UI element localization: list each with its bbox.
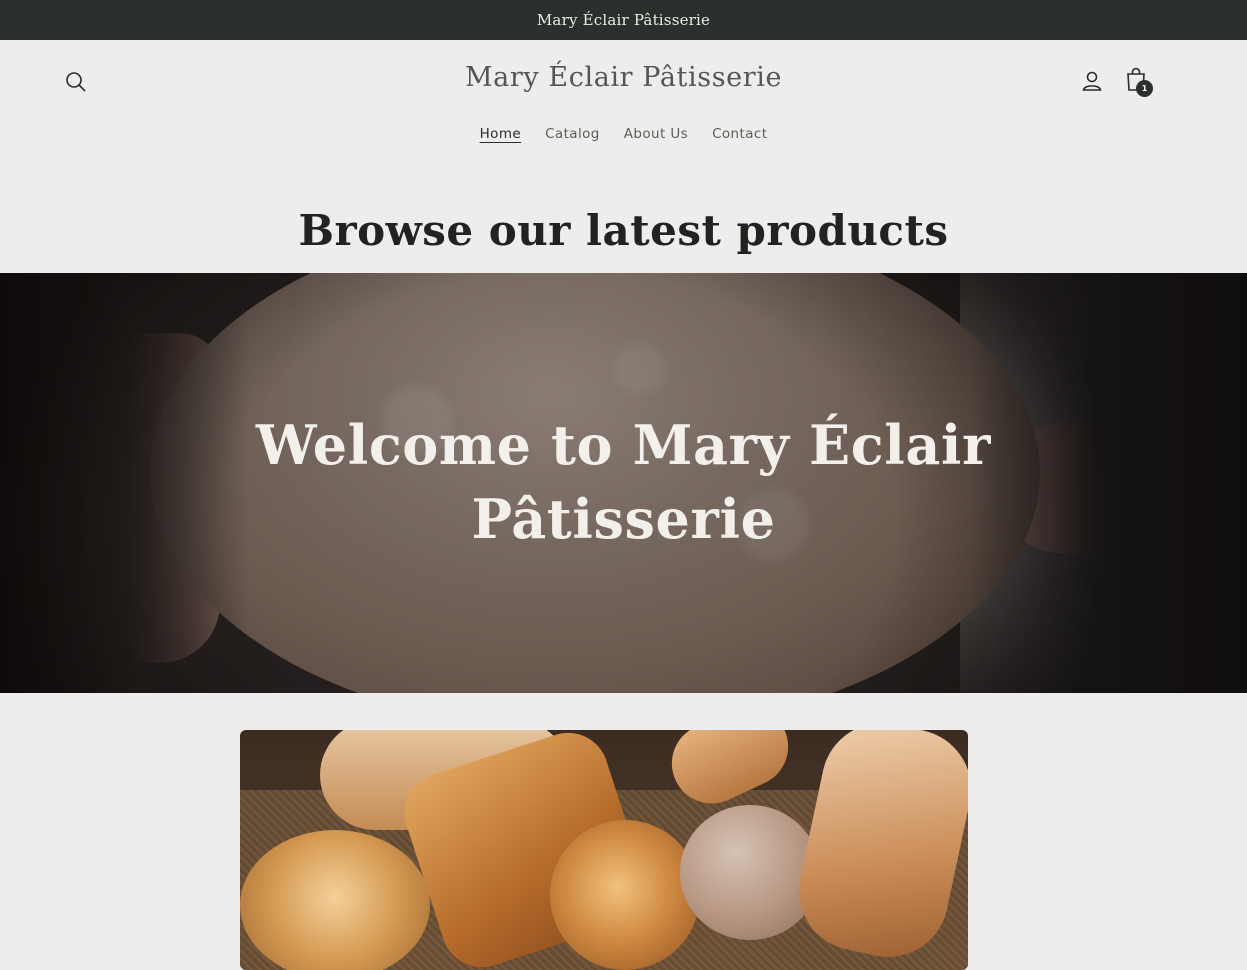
bun-image xyxy=(680,805,820,940)
site-header: Mary Éclair Pâtisserie 1 Home Catalog Ab… xyxy=(0,40,1247,170)
raisin-swirl-image xyxy=(550,820,700,970)
announcement-text: Mary Éclair Pâtisserie xyxy=(536,11,711,29)
main-navigation: Home Catalog About Us Contact xyxy=(0,126,1247,145)
hero-title: Welcome to Mary Éclair Pâtisserie xyxy=(0,408,1247,556)
site-logo: Mary Éclair Pâtisserie xyxy=(0,62,1247,93)
cart-button[interactable]: 1 xyxy=(1124,66,1153,97)
browse-heading: Browse our latest products xyxy=(298,206,949,255)
site-logo-link[interactable]: Mary Éclair Pâtisserie xyxy=(465,62,782,93)
hero-banner: Welcome to Mary Éclair Pâtisserie xyxy=(0,273,1247,693)
account-button[interactable] xyxy=(1080,69,1104,93)
nav-item-about-us[interactable]: About Us xyxy=(624,126,688,145)
hero-title-line-1: Welcome to Mary Éclair xyxy=(255,413,992,477)
featured-pastries-image xyxy=(240,730,968,970)
hero-title-line-2: Pâtisserie xyxy=(471,487,776,551)
nav-item-catalog[interactable]: Catalog xyxy=(545,126,600,145)
cinnamon-roll-image xyxy=(240,830,430,970)
account-icon xyxy=(1082,71,1102,91)
announcement-bar: Mary Éclair Pâtisserie xyxy=(0,0,1247,40)
nav-item-home[interactable]: Home xyxy=(480,126,521,145)
cart-count-badge: 1 xyxy=(1136,80,1153,97)
nav-item-contact[interactable]: Contact xyxy=(712,126,767,145)
